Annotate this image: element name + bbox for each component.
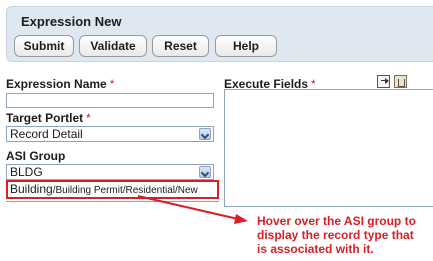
annotation-arrow-line [137, 195, 239, 220]
annotation-arrowhead [234, 214, 248, 224]
annotation-callout: Hover over the ASI group to display the … [257, 214, 433, 256]
annotation-line-1: Hover over the ASI group to [257, 214, 416, 228]
annotation-line-2: display the record type that [257, 228, 414, 242]
annotation-line-3: is associated with it. [257, 242, 374, 256]
